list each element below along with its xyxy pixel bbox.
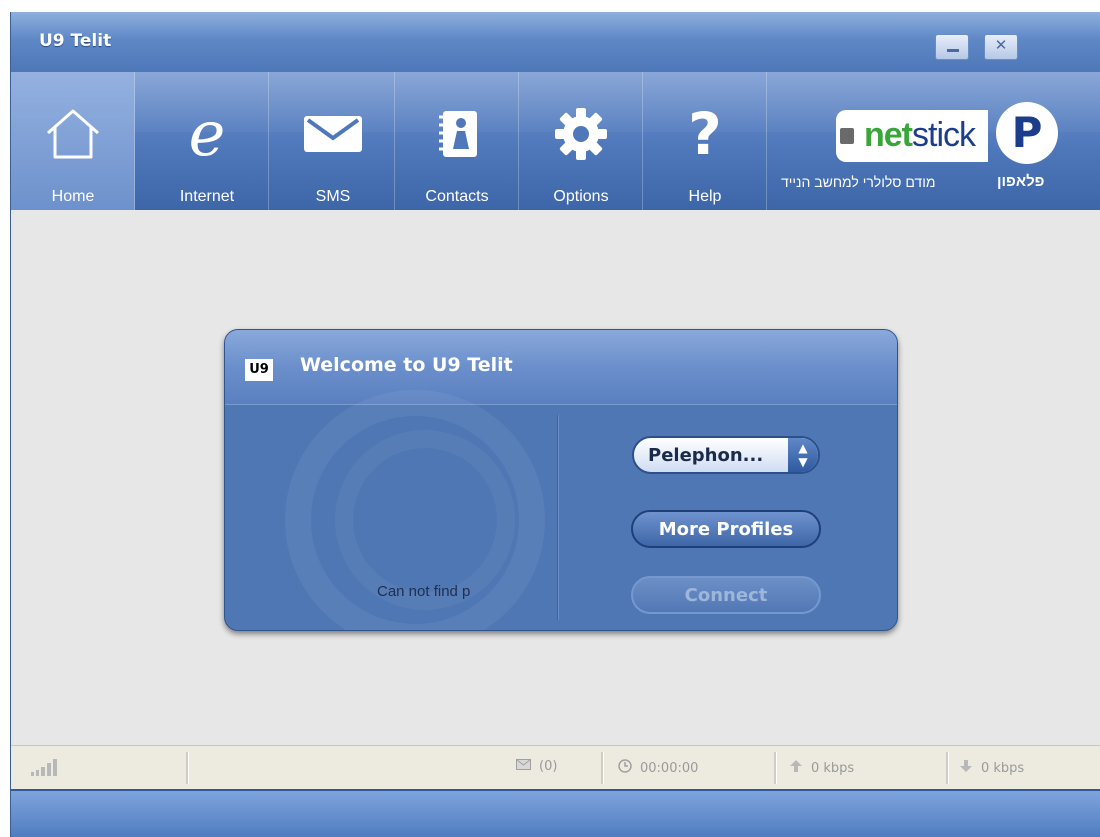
profile-select[interactable]: Pelephon... ▲ ▼ <box>632 436 820 474</box>
status-bar: (0) 00:00:00 0 kbps 0 kbps <box>11 745 1100 790</box>
nav-item-home[interactable]: Home <box>11 72 135 210</box>
pelephone-logo: P <box>996 102 1058 164</box>
upload-arrow-icon <box>789 759 803 777</box>
title-bar[interactable]: U9 Telit ✕ <box>11 12 1100 72</box>
netstick-subtitle: מודם סלולרי למחשב הנייד <box>781 174 936 190</box>
close-button[interactable]: ✕ <box>984 34 1018 60</box>
help-icon: ? <box>688 100 722 168</box>
upload-rate: 0 kbps <box>789 759 854 777</box>
profile-select-value: Pelephon... <box>648 445 764 466</box>
contacts-icon <box>395 104 519 164</box>
nav-label-contacts: Contacts <box>425 188 489 205</box>
nav-item-internet[interactable]: e Internet <box>145 72 269 210</box>
gear-icon <box>519 104 643 164</box>
pelephone-name: פלאפון <box>997 173 1045 190</box>
connection-status-text: Can not find p <box>377 583 471 600</box>
home-icon <box>11 104 135 164</box>
nav-item-contacts[interactable]: Contacts <box>395 72 519 210</box>
nav-item-sms[interactable]: SMS <box>271 72 395 210</box>
dialog-header: U9 Welcome to U9 Telit <box>225 330 897 405</box>
window-title: U9 Telit <box>39 31 112 51</box>
bottom-bar <box>11 789 1100 837</box>
app-window: U9 Telit ✕ Home e Internet SMS Contacts … <box>10 12 1100 837</box>
nav-item-help[interactable]: ? Help <box>643 72 767 210</box>
connection-duration: 00:00:00 <box>618 759 698 777</box>
nav-label-options: Options <box>553 188 609 205</box>
internet-icon: e <box>188 97 226 170</box>
signal-strength-icon <box>31 758 59 780</box>
minimize-button[interactable] <box>935 34 969 60</box>
message-count: (0) <box>516 759 557 774</box>
nav-label-sms: SMS <box>315 188 351 205</box>
u9-logo: U9 <box>245 359 273 381</box>
nav-toolbar: Home e Internet SMS Contacts Options ? H… <box>11 72 1100 210</box>
nav-label-help: Help <box>688 188 722 205</box>
close-icon: ✕ <box>994 36 1008 54</box>
netstick-logo: netstick <box>836 110 988 162</box>
clock-icon <box>618 759 632 777</box>
dialog-title: Welcome to U9 Telit <box>300 354 513 376</box>
connect-button[interactable]: Connect <box>631 576 821 614</box>
download-arrow-icon <box>959 759 973 777</box>
envelope-icon <box>271 104 395 164</box>
nav-label-internet: Internet <box>179 188 235 205</box>
more-profiles-button[interactable]: More Profiles <box>631 510 821 548</box>
nav-label-home: Home <box>51 188 95 205</box>
mail-icon <box>516 759 531 774</box>
updown-arrows-icon: ▲ ▼ <box>788 438 818 472</box>
nav-item-options[interactable]: Options <box>519 72 643 210</box>
welcome-dialog: U9 Welcome to U9 Telit Can not find p Pe… <box>224 329 898 631</box>
download-rate: 0 kbps <box>959 759 1024 777</box>
